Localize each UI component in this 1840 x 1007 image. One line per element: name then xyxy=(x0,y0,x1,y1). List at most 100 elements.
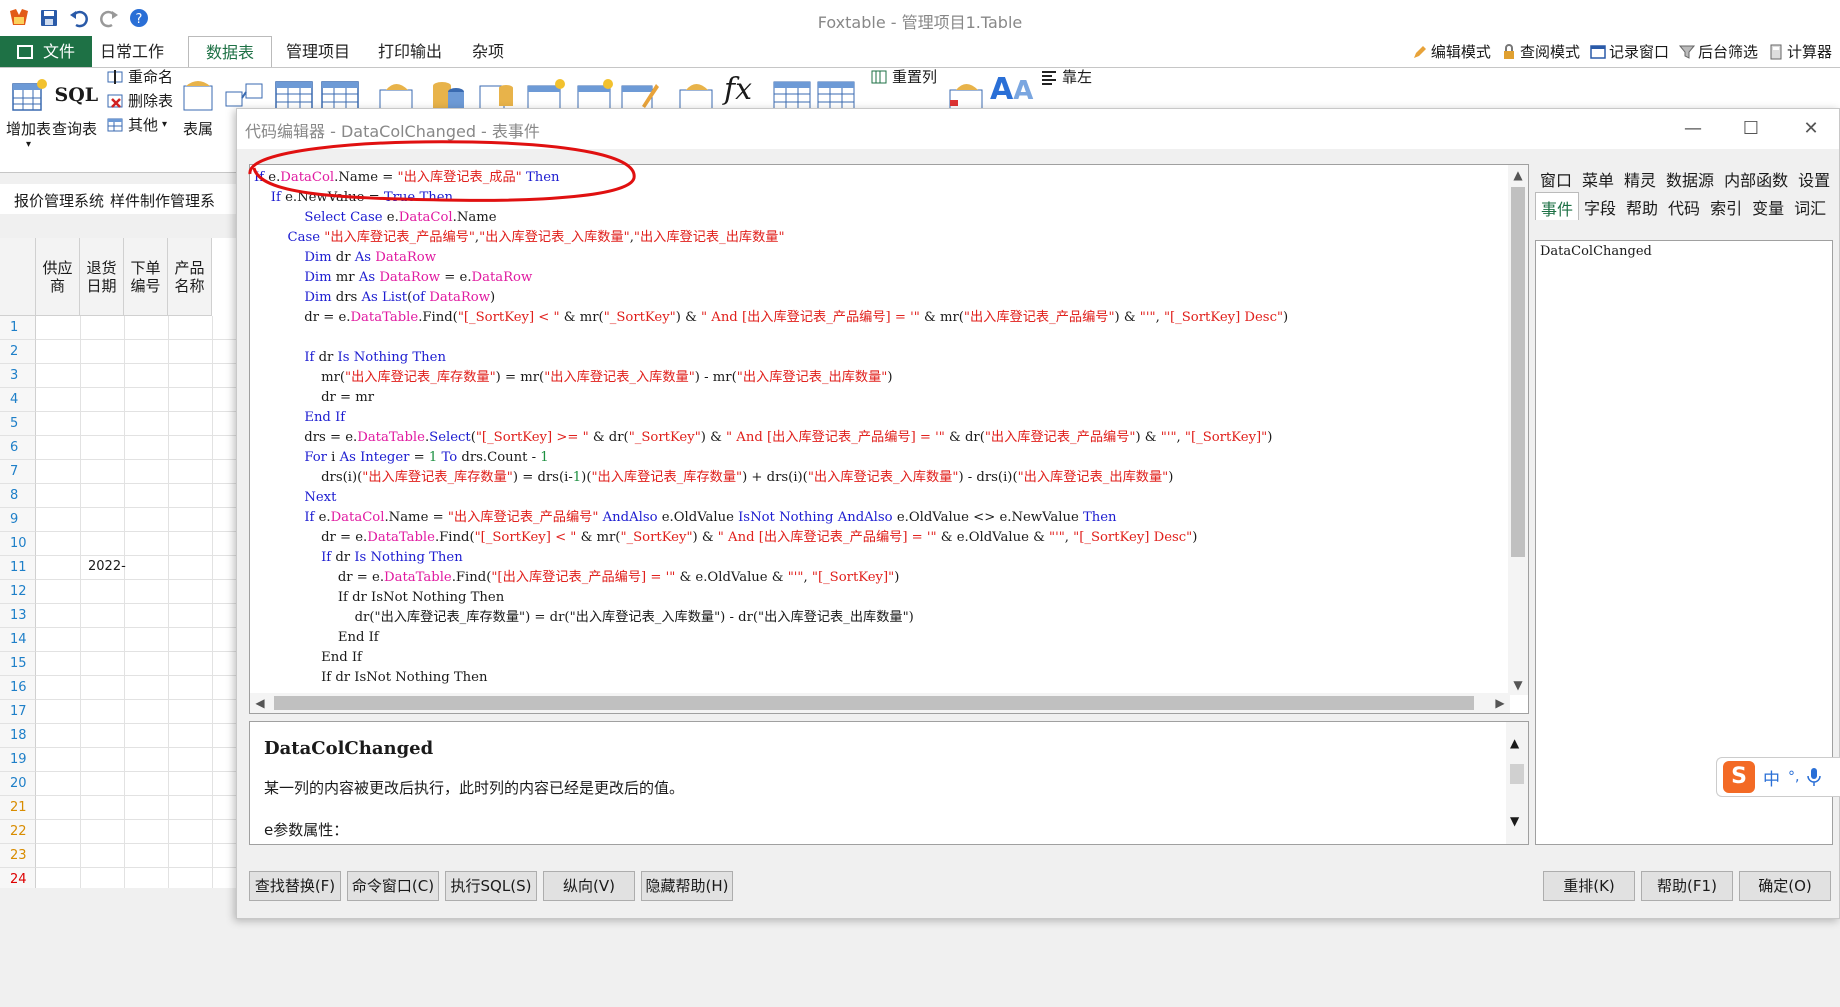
align-left-button[interactable]: 靠左 xyxy=(1040,66,1092,87)
side-tab[interactable]: 代码 xyxy=(1663,192,1705,220)
code-line[interactable]: dr = mr xyxy=(254,388,1288,408)
sheet-tab-quote[interactable]: 报价管理系统 xyxy=(14,190,104,211)
ok-button[interactable]: 确定(O) xyxy=(1739,871,1831,901)
calculator-button[interactable]: 计算器 xyxy=(1768,41,1832,62)
code-line[interactable]: End If xyxy=(254,648,1288,668)
table-row[interactable] xyxy=(36,412,236,436)
side-tab[interactable]: 设置 xyxy=(1793,164,1835,192)
minimize-icon[interactable]: — xyxy=(1673,115,1713,143)
hide-help-button[interactable]: 隐藏帮助(H) xyxy=(641,871,733,901)
side-tab[interactable]: 事件 xyxy=(1535,192,1580,220)
table-row[interactable] xyxy=(36,820,236,844)
code-line[interactable]: If dr IsNot Nothing Then xyxy=(254,588,1288,608)
list-item[interactable]: DataColChanged xyxy=(1540,244,1828,259)
tab-misc[interactable]: 杂项 xyxy=(458,36,518,67)
row-number[interactable]: 13 xyxy=(0,604,36,628)
row-number[interactable]: 20 xyxy=(0,772,36,796)
side-tab[interactable]: 数据源 xyxy=(1661,164,1719,192)
row-number[interactable]: 7 xyxy=(0,460,36,484)
row-number[interactable]: 19 xyxy=(0,748,36,772)
scroll-thumb[interactable] xyxy=(274,696,1474,710)
table-row[interactable] xyxy=(36,748,236,772)
close-icon[interactable]: ✕ xyxy=(1791,115,1831,143)
code-line[interactable]: mr("出入库登记表_库存数量") = mr("出入库登记表_入库数量") - … xyxy=(254,368,1288,388)
code-line[interactable]: Next xyxy=(254,488,1288,508)
rearrange-button[interactable]: 重排(K) xyxy=(1543,871,1635,901)
row-number[interactable]: 18 xyxy=(0,724,36,748)
sheet-tab-sample[interactable]: 样件制作管理系 xyxy=(110,190,215,211)
column-header[interactable]: 退货日期 xyxy=(80,238,124,316)
add-table-button[interactable]: 增加表 ▾ xyxy=(6,76,51,150)
view-mode-button[interactable]: 查阅模式 xyxy=(1501,41,1580,62)
help-button[interactable]: 帮助(F1) xyxy=(1641,871,1733,901)
table-row[interactable] xyxy=(36,436,236,460)
code-line[interactable]: Dim dr As DataRow xyxy=(254,248,1288,268)
scroll-down-icon[interactable]: ▼ xyxy=(1510,814,1519,828)
side-tab[interactable]: 窗口 xyxy=(1535,164,1577,192)
row-number[interactable]: 1 xyxy=(0,316,36,340)
background-filter-button[interactable]: 后台筛选 xyxy=(1678,41,1758,62)
table-row[interactable] xyxy=(36,340,236,364)
table-property-button[interactable]: 表属 xyxy=(178,76,218,139)
scroll-left-icon[interactable]: ◀ xyxy=(250,693,270,713)
row-number[interactable]: 21 xyxy=(0,796,36,820)
side-tab[interactable]: 菜单 xyxy=(1577,164,1619,192)
side-tab[interactable]: 字段 xyxy=(1579,192,1621,220)
rearrange-columns-button[interactable]: 重置列 xyxy=(870,66,937,87)
tab-file[interactable]: 文件 xyxy=(0,36,92,67)
maximize-icon[interactable]: ☐ xyxy=(1731,115,1771,143)
table-row[interactable] xyxy=(36,460,236,484)
table-row[interactable] xyxy=(36,556,236,580)
record-window-button[interactable]: 记录窗口 xyxy=(1590,41,1669,62)
code-line[interactable]: If dr Is Nothing Then xyxy=(254,348,1288,368)
code-line[interactable]: dr = e.DataTable.Find("[_SortKey] < " & … xyxy=(254,528,1288,548)
row-number[interactable]: 17 xyxy=(0,700,36,724)
scroll-up-icon[interactable]: ▲ xyxy=(1510,736,1519,750)
find-replace-button[interactable]: 查找替换(F) xyxy=(249,871,341,901)
code-line[interactable]: If e.DataCol.Name = "出入库登记表_产品编号" AndAls… xyxy=(254,508,1288,528)
side-tab[interactable]: 帮助 xyxy=(1621,192,1663,220)
column-header[interactable]: 产品名称 xyxy=(168,238,212,316)
help-scrollbar[interactable]: ▲ ▼ xyxy=(1506,722,1528,844)
row-number[interactable]: 2 xyxy=(0,340,36,364)
scroll-thumb[interactable] xyxy=(1511,187,1525,557)
table-row[interactable] xyxy=(36,484,236,508)
scroll-thumb[interactable] xyxy=(1510,764,1524,784)
row-number[interactable]: 6 xyxy=(0,436,36,460)
row-number[interactable]: 9 xyxy=(0,508,36,532)
date-cell[interactable]: 2022- xyxy=(88,559,126,574)
code-line[interactable]: Dim drs As List(of DataRow) xyxy=(254,288,1288,308)
font-icon[interactable]: AA xyxy=(990,72,1033,107)
code-line[interactable]: If dr Is Nothing Then xyxy=(254,548,1288,568)
scroll-right-icon[interactable]: ▶ xyxy=(1490,693,1510,713)
table-row[interactable] xyxy=(36,604,236,628)
row-number[interactable]: 11 xyxy=(0,556,36,580)
code-text[interactable]: If e.DataCol.Name = "出入库登记表_成品" Then If … xyxy=(254,168,1288,688)
table-row[interactable] xyxy=(36,580,236,604)
query-table-button[interactable]: SQL 查询表 xyxy=(52,76,98,139)
code-line[interactable]: Case "出入库登记表_产品编号","出入库登记表_入库数量","出入库登记表… xyxy=(254,228,1288,248)
other-button[interactable]: 其他 ▾ xyxy=(106,114,167,135)
code-line[interactable]: End If xyxy=(254,628,1288,648)
row-number[interactable]: 4 xyxy=(0,388,36,412)
column-header[interactable]: 供应商 xyxy=(36,238,80,316)
table-row[interactable] xyxy=(36,316,236,340)
vertical-scrollbar[interactable]: ▲ ▼ xyxy=(1508,165,1528,695)
table-row[interactable] xyxy=(36,676,236,700)
code-line[interactable]: If dr IsNot Nothing Then xyxy=(254,668,1288,688)
code-line[interactable]: dr("出入库登记表_库存数量") = dr("出入库登记表_入库数量") - … xyxy=(254,608,1288,628)
table-row[interactable] xyxy=(36,508,236,532)
function-icon[interactable]: fx xyxy=(724,72,752,107)
table-row[interactable] xyxy=(36,532,236,556)
row-number[interactable]: 5 xyxy=(0,412,36,436)
code-line[interactable]: End If xyxy=(254,408,1288,428)
table-row[interactable] xyxy=(36,700,236,724)
horizontal-scrollbar[interactable]: ◀ ▶ xyxy=(250,693,1510,713)
scroll-up-icon[interactable]: ▲ xyxy=(1508,165,1528,185)
column-header[interactable]: 下单编号 xyxy=(124,238,168,316)
row-number[interactable]: 14 xyxy=(0,628,36,652)
code-line[interactable] xyxy=(254,328,1288,348)
table-row[interactable] xyxy=(36,364,236,388)
microphone-icon[interactable] xyxy=(1807,767,1822,787)
row-number[interactable]: 15 xyxy=(0,652,36,676)
